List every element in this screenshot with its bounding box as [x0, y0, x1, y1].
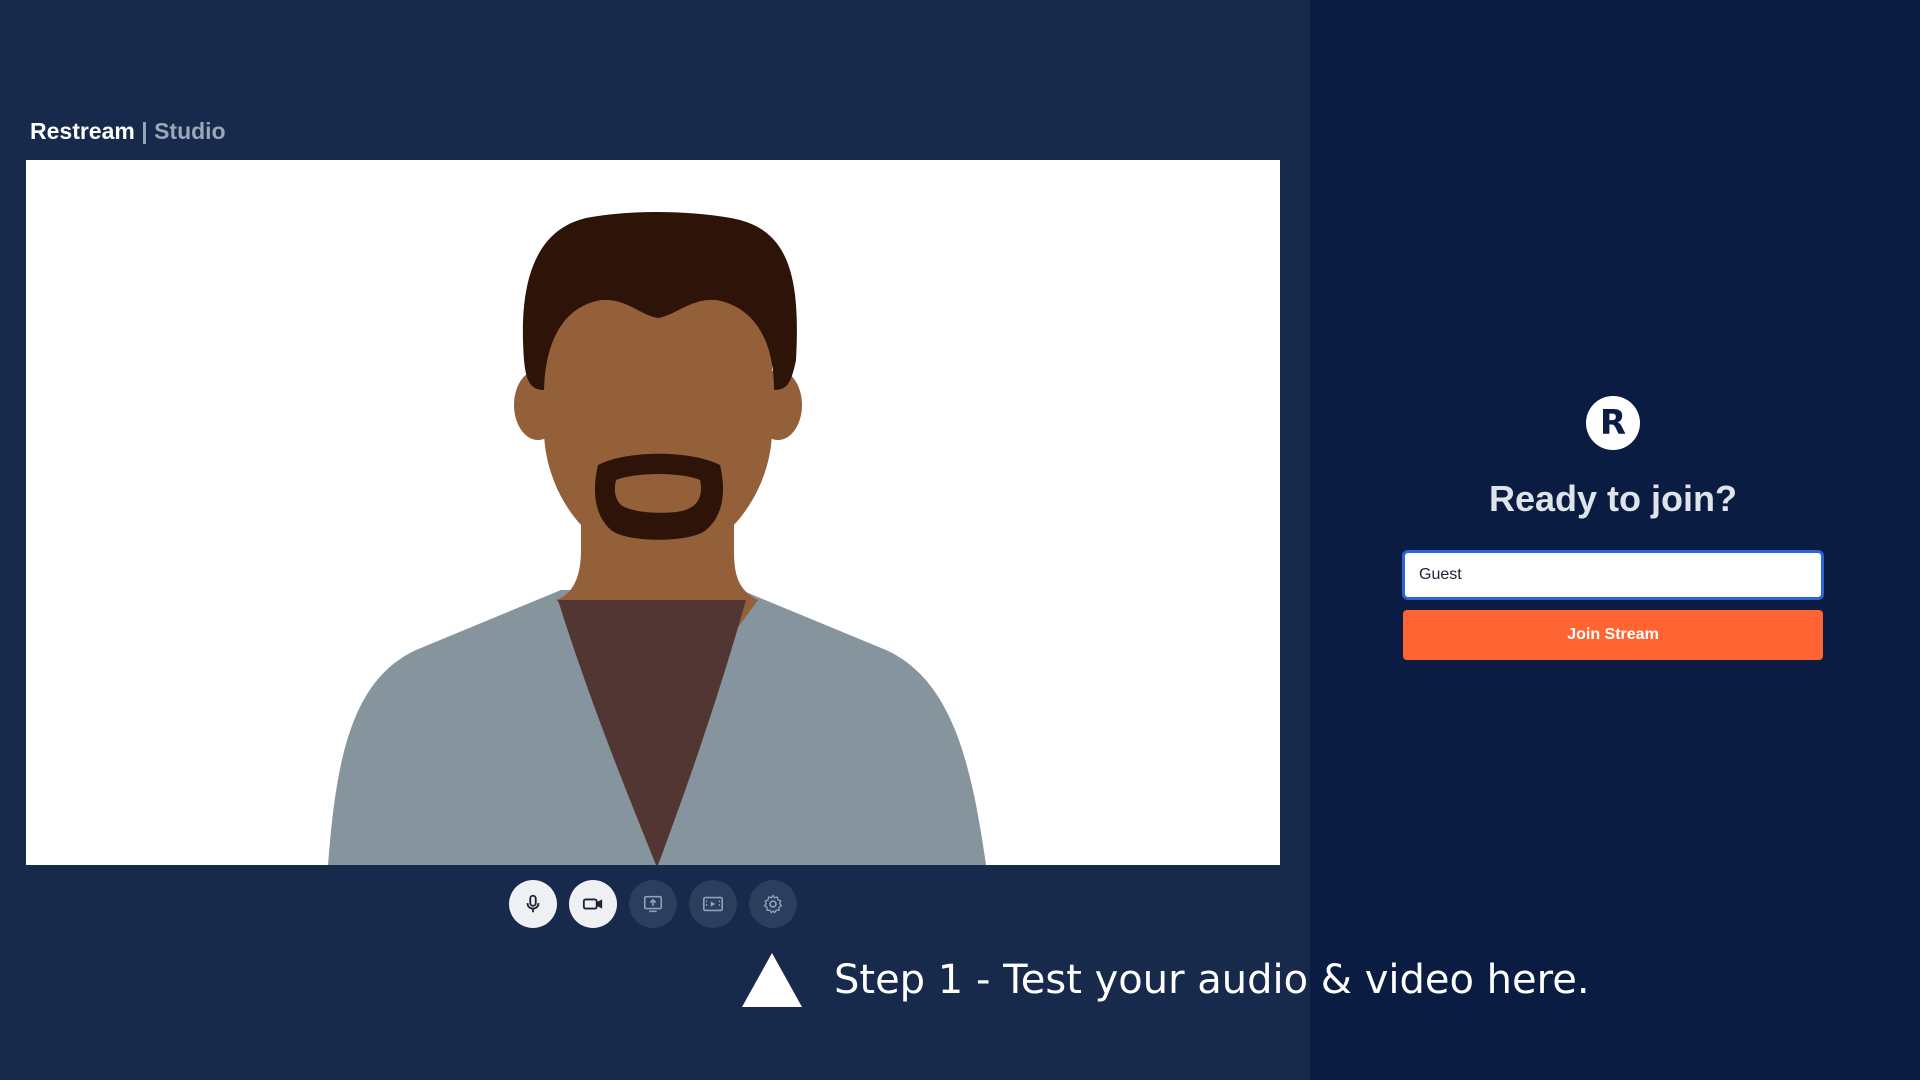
media-controls: [509, 880, 797, 928]
settings-button[interactable]: [749, 880, 797, 928]
step-hint-text: Step 1 - Test your audio & video here.: [834, 957, 1590, 1003]
brand-logo: Restream | Studio: [30, 118, 226, 145]
page: Restream | Studio R Ready to join? Guest…: [0, 0, 1920, 1080]
camera-icon: [582, 898, 603, 910]
camera-button[interactable]: [569, 880, 617, 928]
step-hint: Step 1 - Test your audio & video here.: [742, 953, 1590, 1007]
display-name-input[interactable]: [1402, 550, 1824, 600]
gear-icon: [763, 894, 783, 914]
video-preview: [26, 160, 1280, 865]
join-title: Ready to join?: [1488, 478, 1737, 519]
restream-logo: R: [1586, 396, 1640, 450]
brand-product: Studio: [154, 118, 226, 144]
brand-separator: |: [141, 118, 148, 144]
arrow-up-icon: [742, 953, 802, 1007]
person-avatar-illustration: [328, 212, 986, 865]
brand-name: Restream: [30, 118, 135, 144]
share-video-button[interactable]: [689, 880, 737, 928]
share-video-icon: [703, 896, 723, 912]
join-card: R Ready to join? Join Stream: [1402, 396, 1824, 660]
microphone-button[interactable]: [509, 880, 557, 928]
share-screen-icon: [643, 895, 663, 913]
microphone-icon: [526, 894, 540, 913]
join-stream-button[interactable]: Join Stream: [1403, 610, 1823, 660]
share-screen-button[interactable]: [629, 880, 677, 928]
